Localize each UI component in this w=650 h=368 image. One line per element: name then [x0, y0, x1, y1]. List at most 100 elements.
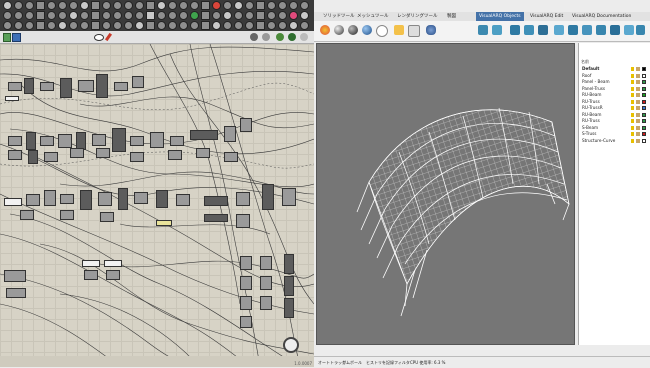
gh-component[interactable]: [284, 254, 294, 274]
render-icon[interactable]: [394, 25, 404, 35]
lock-icon[interactable]: [636, 138, 640, 143]
lightbulb-icon[interactable]: [631, 73, 634, 78]
component-tool-icon[interactable]: [3, 1, 12, 10]
sketch-icon[interactable]: [250, 33, 258, 41]
curtain-wall-icon[interactable]: [492, 25, 502, 35]
gh-component[interactable]: [240, 316, 252, 328]
component-tool-icon[interactable]: [146, 21, 155, 30]
gh-component[interactable]: [8, 150, 22, 160]
component-tool-icon[interactable]: [36, 1, 45, 10]
layer-row[interactable]: RU-TrussR: [579, 105, 650, 111]
gh-component[interactable]: [260, 276, 272, 290]
tab-render-tools[interactable]: レンダリングツール: [394, 12, 441, 21]
layer-color-swatch[interactable]: [642, 73, 646, 78]
furniture-icon[interactable]: [636, 25, 645, 35]
sphere-icon[interactable]: [334, 25, 344, 35]
gh-component[interactable]: [150, 132, 164, 148]
sphere-blue-icon[interactable]: [362, 25, 372, 35]
gh-component[interactable]: [40, 82, 54, 91]
gh-component[interactable]: [58, 134, 72, 148]
gh-component[interactable]: [236, 214, 250, 228]
lock-icon[interactable]: [636, 119, 640, 123]
gh-component[interactable]: [44, 190, 56, 206]
component-tool-icon[interactable]: [135, 21, 144, 30]
component-tool-icon[interactable]: [157, 11, 166, 20]
layer-row[interactable]: Roof: [579, 73, 650, 79]
component-tool-icon[interactable]: [25, 21, 34, 30]
component-tool-icon[interactable]: [102, 21, 111, 30]
component-tool-icon[interactable]: [223, 21, 232, 30]
lock-icon[interactable]: [636, 125, 640, 130]
gh-component[interactable]: [284, 276, 294, 296]
gh-component[interactable]: [8, 82, 22, 91]
component-tool-icon[interactable]: [201, 11, 210, 20]
gh-component[interactable]: [20, 210, 34, 220]
component-tool-icon[interactable]: [47, 21, 56, 30]
lock-icon[interactable]: [636, 106, 640, 110]
component-tool-icon[interactable]: [36, 11, 45, 20]
component-tool-icon[interactable]: [80, 11, 89, 20]
lightbulb-icon[interactable]: [631, 106, 634, 110]
save-icon[interactable]: [12, 33, 21, 42]
component-tool-icon[interactable]: [256, 21, 265, 30]
component-tool-icon[interactable]: [267, 1, 276, 10]
lightbulb-icon[interactable]: [631, 132, 634, 136]
lock-icon[interactable]: [636, 99, 640, 104]
gh-component[interactable]: [70, 148, 84, 158]
component-tool-icon[interactable]: [179, 11, 188, 20]
component-tool-icon[interactable]: [146, 11, 155, 20]
gh-component[interactable]: [196, 148, 210, 158]
gh-component[interactable]: [260, 256, 272, 270]
component-tool-icon[interactable]: [25, 11, 34, 20]
layer-color-swatch[interactable]: [642, 80, 646, 84]
grasshopper-canvas[interactable]: [0, 44, 314, 367]
lightbulb-icon[interactable]: [631, 80, 634, 84]
component-tool-icon[interactable]: [14, 21, 23, 30]
gh-component[interactable]: [60, 210, 74, 220]
gh-component[interactable]: [114, 82, 128, 91]
stair-icon[interactable]: [568, 25, 578, 35]
gh-component[interactable]: [106, 270, 120, 280]
lock-icon[interactable]: [636, 80, 640, 84]
component-tool-icon[interactable]: [91, 11, 100, 20]
component-tool-icon[interactable]: [179, 1, 188, 10]
door-icon[interactable]: [538, 25, 548, 35]
component-tool-icon[interactable]: [300, 21, 309, 30]
layer-color-swatch[interactable]: [642, 106, 646, 110]
eye-preview-icon[interactable]: [94, 34, 104, 41]
preview-sphere-icon[interactable]: [262, 33, 270, 41]
gh-component[interactable]: [204, 196, 228, 206]
gh-component[interactable]: [168, 150, 182, 160]
gh-component[interactable]: [284, 298, 294, 318]
lightbulb-icon[interactable]: [631, 93, 634, 97]
gh-component[interactable]: [96, 148, 110, 158]
component-tool-icon[interactable]: [36, 21, 45, 30]
lightbulb-icon[interactable]: [631, 99, 634, 104]
gh-component[interactable]: [134, 192, 148, 204]
component-tool-icon[interactable]: [234, 21, 243, 30]
preview-off-icon[interactable]: [300, 33, 308, 41]
component-tool-icon[interactable]: [278, 1, 287, 10]
gh-component[interactable]: [24, 78, 34, 94]
preview-shaded-icon[interactable]: [276, 33, 284, 41]
component-tool-icon[interactable]: [179, 21, 188, 30]
component-tool-icon[interactable]: [80, 1, 89, 10]
component-tool-icon[interactable]: [91, 21, 100, 30]
gh-component[interactable]: [8, 136, 22, 146]
component-tool-icon[interactable]: [245, 1, 254, 10]
component-tool-icon[interactable]: [234, 1, 243, 10]
gh-component[interactable]: [262, 184, 274, 210]
status-record-history[interactable]: ヒストリを記録: [366, 357, 394, 368]
gh-component[interactable]: [112, 128, 126, 152]
layer-color-swatch[interactable]: [642, 132, 646, 136]
status-gumball[interactable]: ガムボール: [342, 357, 362, 368]
lightbulb-icon[interactable]: [631, 86, 634, 91]
component-tool-icon[interactable]: [201, 21, 210, 30]
lightbulb-icon[interactable]: [631, 138, 634, 143]
gh-component[interactable]: [28, 150, 38, 164]
gh-component[interactable]: [170, 136, 184, 146]
layer-color-swatch[interactable]: [642, 112, 646, 117]
lightbulb-icon[interactable]: [631, 112, 634, 117]
layer-color-swatch[interactable]: [642, 138, 646, 143]
gh-component[interactable]: [224, 152, 238, 162]
